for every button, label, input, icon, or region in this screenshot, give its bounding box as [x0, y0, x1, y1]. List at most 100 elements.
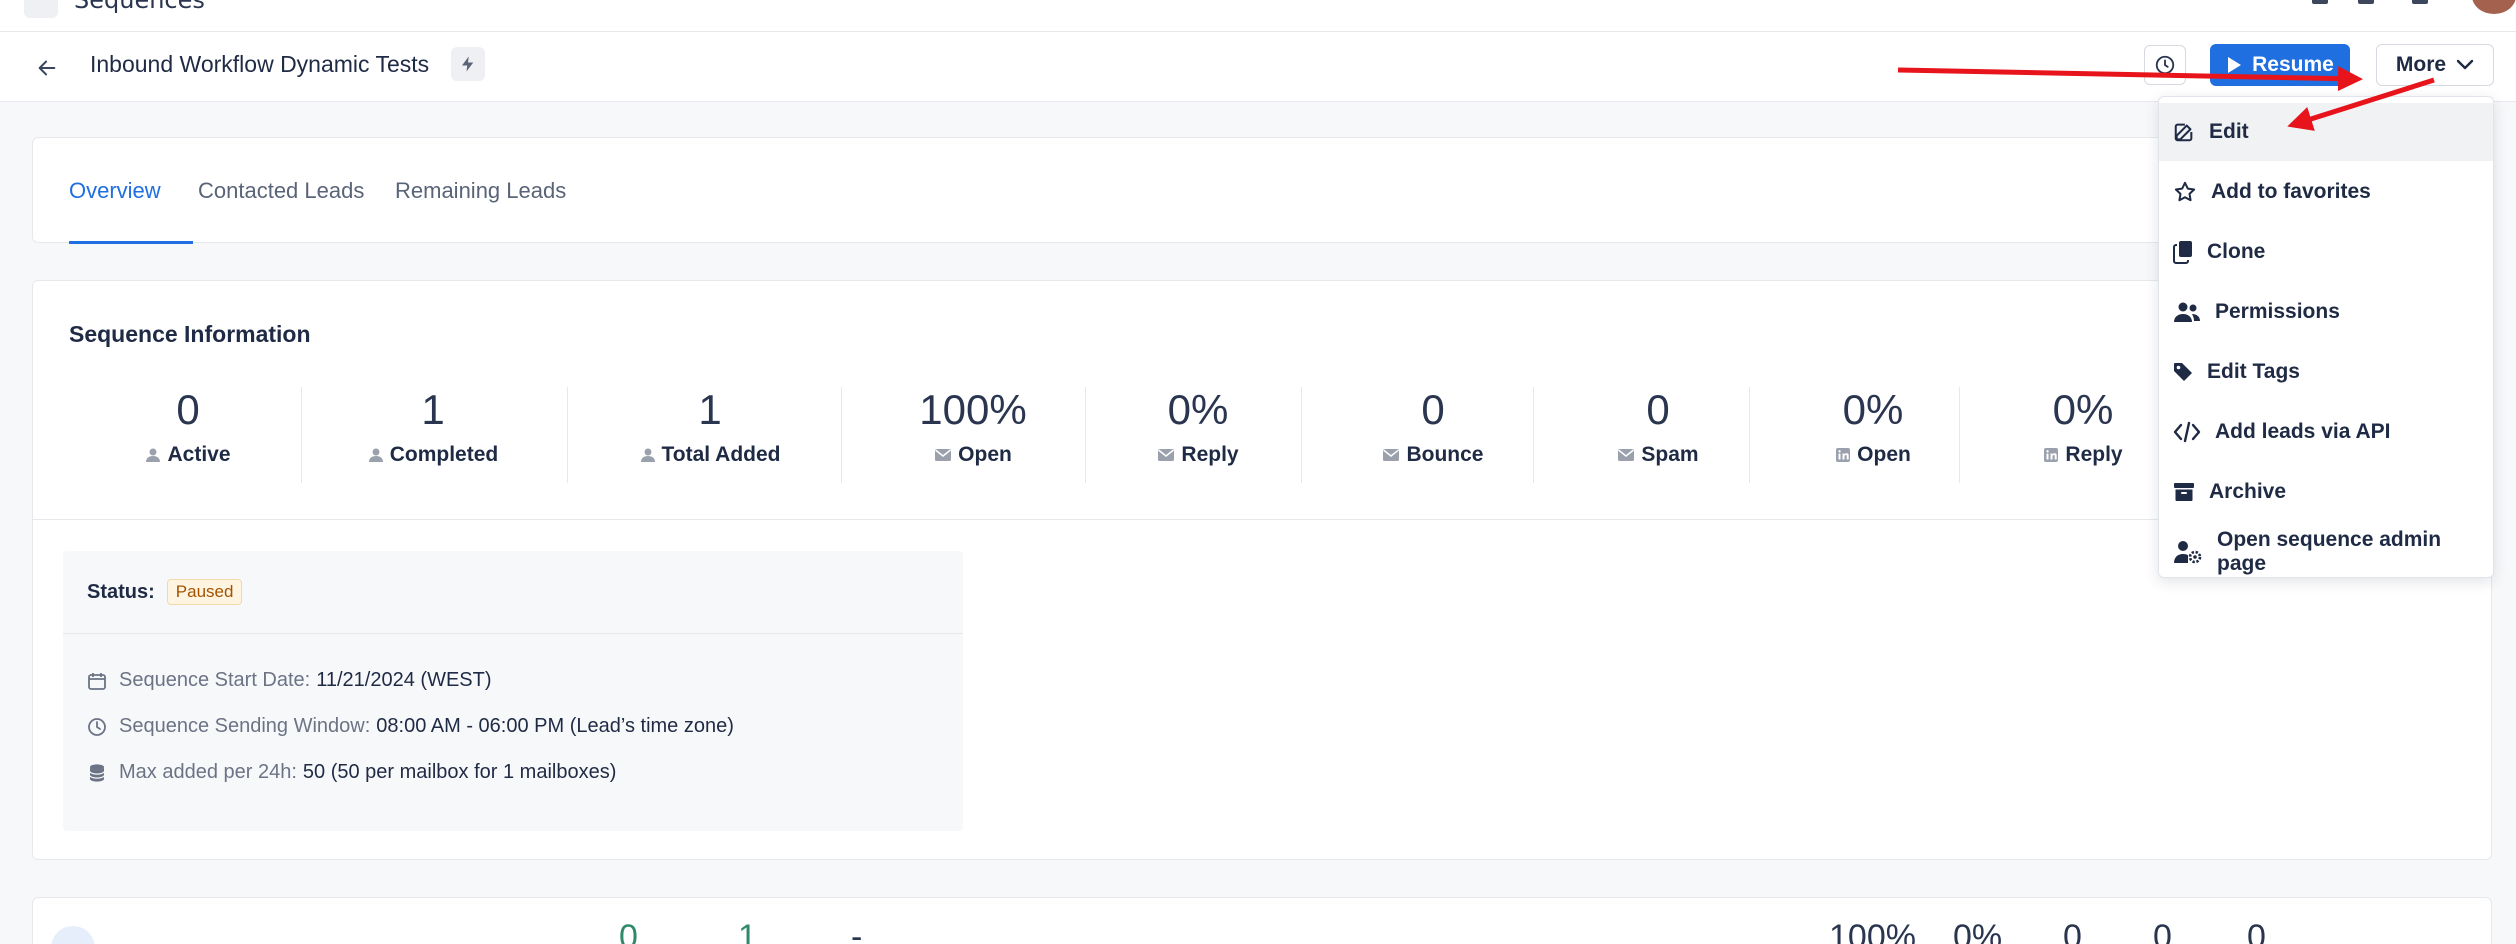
menu-item-label: Edit — [2209, 120, 2249, 143]
section-title: Sequence Information — [69, 321, 311, 347]
tab-remaining-leads[interactable]: Remaining Leads — [395, 178, 566, 204]
stat-divider — [1533, 387, 1534, 483]
menu-item-label: Open sequence admin page — [2217, 528, 2442, 575]
max-added-label: Max added per 24h: — [119, 761, 297, 783]
tag-icon — [2174, 363, 2192, 381]
stat-label: Active — [167, 443, 231, 467]
play-icon — [2228, 57, 2242, 73]
stat-divider — [1085, 387, 1086, 483]
menu-item-label: Permissions — [2215, 300, 2340, 323]
code-icon — [2173, 421, 2201, 443]
stat-active: 0 Active — [103, 386, 273, 487]
sending-window-row: Sequence Sending Window: 08:00 AM - 06:0… — [87, 715, 734, 738]
linkedin-icon — [2044, 448, 2059, 463]
sending-window-value: 08:00 AM - 06:00 PM (Lead’s time zone) — [376, 715, 734, 737]
stat-label: Reply — [1181, 443, 1239, 467]
menu-icon[interactable] — [2346, 0, 2386, 12]
tab-contacted-leads[interactable]: Contacted Leads — [198, 178, 364, 204]
stat-value: 0 — [1646, 386, 1670, 433]
stat-linkedin-reply: 0% Reply — [1993, 386, 2173, 487]
resume-button[interactable]: Resume — [2210, 44, 2350, 86]
active-tab-indicator — [69, 241, 193, 244]
status-panel: Status: Paused Sequence Start Date: 11/2… — [63, 551, 963, 831]
stat-divider — [567, 387, 568, 483]
sequence-information-card: Sequence Information 0 Active 1 Complete… — [32, 280, 2492, 860]
history-button[interactable] — [2144, 45, 2186, 85]
stat-value: 0 — [176, 386, 200, 433]
tab-overview[interactable]: Overview — [69, 178, 161, 204]
app-icon[interactable] — [24, 0, 58, 18]
stat-label: Completed — [389, 443, 499, 467]
clock-icon — [2155, 55, 2175, 75]
menu-item-label: Clone — [2207, 240, 2266, 263]
arrow-left-icon — [38, 60, 56, 76]
step-stat: 1 — [738, 918, 757, 944]
sending-window-label: Sequence Sending Window: — [119, 715, 371, 737]
step-stat: 0 — [619, 918, 638, 944]
step-stat: 0 — [2153, 918, 2172, 944]
tabs-card: Overview Contacted Leads Remaining Leads — [32, 137, 2492, 244]
menu-item-edit[interactable]: Edit — [2159, 103, 2493, 161]
stat-value: 1 — [698, 386, 722, 433]
search-icon[interactable] — [2300, 0, 2340, 12]
stat-value: 0% — [2052, 386, 2114, 433]
envelope-icon — [1158, 449, 1175, 462]
stat-email-bounce: 0 Bounce — [1333, 386, 1533, 487]
edit-icon — [2174, 123, 2193, 142]
stat-value: 1 — [421, 386, 445, 433]
menu-item-label: Archive — [2209, 480, 2287, 503]
step-stat: 0 — [2063, 918, 2082, 944]
more-dropdown-menu: Edit Add to favorites Clone Permissions … — [2158, 96, 2494, 578]
copy-icon — [2173, 241, 2192, 264]
bolt-button[interactable] — [451, 47, 485, 81]
stat-divider — [1749, 387, 1750, 483]
bolt-icon — [462, 56, 474, 72]
stat-linkedin-open: 0% Open — [1783, 386, 1963, 487]
stat-label: Total Added — [661, 443, 781, 467]
status-badge: Paused — [166, 579, 243, 605]
divider — [63, 633, 963, 634]
more-button[interactable]: More — [2376, 44, 2494, 86]
avatar[interactable] — [2472, 0, 2516, 14]
stats-divider — [33, 519, 2491, 520]
step-stat: - — [851, 918, 863, 944]
menu-item-add-leads-via-api[interactable]: Add leads via API — [2159, 403, 2493, 461]
menu-item-permissions[interactable]: Permissions — [2159, 283, 2493, 341]
start-date-row: Sequence Start Date: 11/21/2024 (WEST) — [87, 669, 492, 692]
top-app-bar: Sequences — [0, 0, 2516, 32]
max-added-value: 50 (50 per mailbox for 1 mailboxes) — [302, 761, 617, 783]
stat-value: 0% — [1167, 386, 1229, 433]
page-title: Inbound Workflow Dynamic Tests — [90, 51, 430, 77]
status-row: Status: Paused — [87, 579, 243, 605]
stat-label: Open — [1857, 443, 1911, 467]
stat-completed: 1 Completed — [333, 386, 533, 487]
star-icon — [2174, 181, 2196, 202]
stat-total-added: 1 Total Added — [605, 386, 815, 487]
menu-item-edit-tags[interactable]: Edit Tags — [2159, 343, 2493, 401]
back-button[interactable] — [32, 54, 62, 82]
envelope-icon — [935, 449, 952, 462]
menu-item-archive[interactable]: Archive — [2159, 463, 2493, 521]
stat-label: Open — [958, 443, 1012, 467]
database-icon — [89, 763, 105, 782]
step-card: 0 1 - 100% 0% 0 0 0 — [32, 897, 2492, 944]
stat-label: Reply — [2065, 443, 2123, 467]
chevron-down-icon — [2456, 59, 2474, 70]
stat-divider — [301, 387, 302, 483]
archive-icon — [2174, 483, 2194, 501]
user-icon — [640, 448, 655, 463]
user-icon — [146, 448, 161, 463]
status-label: Status: — [87, 580, 155, 603]
calendar-icon[interactable] — [2400, 0, 2440, 12]
stat-divider — [1959, 387, 1960, 483]
stat-label: Spam — [1641, 443, 1699, 467]
users-icon — [2174, 302, 2200, 322]
page-header: Inbound Workflow Dynamic Tests Resume Mo… — [0, 32, 2516, 102]
step-stat: 0 — [2247, 918, 2266, 944]
app-title: Sequences — [74, 0, 205, 14]
menu-item-add-to-favorites[interactable]: Add to favorites — [2159, 163, 2493, 221]
menu-item-open-admin-page[interactable]: Open sequence admin page — [2159, 523, 2493, 581]
menu-item-clone[interactable]: Clone — [2159, 223, 2493, 281]
resume-label: Resume — [2252, 53, 2334, 76]
more-label: More — [2395, 53, 2447, 76]
